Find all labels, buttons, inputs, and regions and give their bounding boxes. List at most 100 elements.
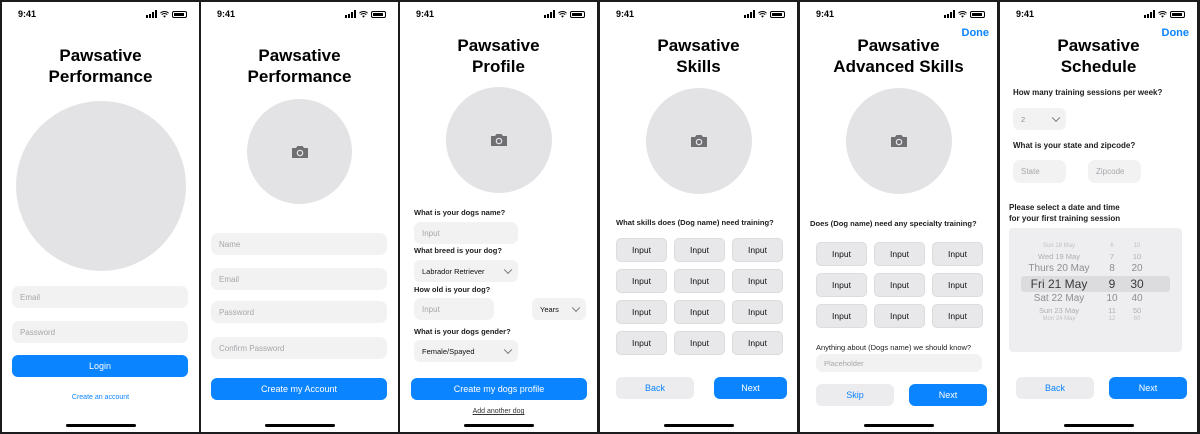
gender-select[interactable]: Female/Spayed bbox=[414, 340, 518, 362]
picker-minute: 10 bbox=[1133, 243, 1141, 249]
next-button[interactable]: Next bbox=[1109, 377, 1187, 399]
skill-input[interactable]: Input bbox=[616, 238, 667, 262]
back-button[interactable]: Back bbox=[1016, 377, 1094, 399]
specialty-input[interactable]: Input bbox=[816, 273, 867, 297]
specialty-input[interactable]: Input bbox=[816, 304, 867, 328]
skill-input[interactable]: Input bbox=[732, 238, 783, 262]
home-indicator bbox=[463, 424, 534, 427]
breed-value: Labrador Retriever bbox=[422, 266, 485, 276]
zipcode-field[interactable]: Zipcode bbox=[1088, 160, 1141, 183]
picker-minute: 30 bbox=[1130, 277, 1144, 291]
status-time: 9:41 bbox=[416, 9, 435, 19]
chevron-down-icon bbox=[1051, 113, 1061, 123]
create-account-button[interactable]: Create my Account bbox=[211, 378, 387, 400]
home-indicator bbox=[863, 424, 934, 427]
date-question-line: Please select a date and time bbox=[1009, 203, 1120, 212]
chevron-down-icon bbox=[503, 265, 513, 275]
age-question: How old is your dog? bbox=[414, 285, 491, 294]
next-button[interactable]: Next bbox=[714, 377, 787, 399]
state-field[interactable]: State bbox=[1013, 160, 1066, 183]
age-field[interactable]: Input bbox=[414, 298, 494, 320]
password-field[interactable]: Password bbox=[12, 321, 188, 343]
skill-input[interactable]: Input bbox=[616, 269, 667, 293]
picker-hour: 11 bbox=[1108, 306, 1116, 315]
create-dog-profile-button[interactable]: Create my dogs profile bbox=[411, 378, 587, 400]
date-time-picker[interactable]: Sun 18 May 6 10 Wed 19 May 7 10 Thurs 20… bbox=[1009, 228, 1182, 352]
email-field[interactable]: Email bbox=[12, 286, 188, 308]
battery-icon bbox=[970, 10, 985, 18]
skill-input[interactable]: Input bbox=[732, 300, 783, 324]
wifi-icon bbox=[160, 10, 169, 18]
skill-input[interactable]: Input bbox=[674, 300, 725, 324]
chevron-down-icon bbox=[503, 345, 513, 355]
anything-field[interactable]: Placeholder bbox=[816, 354, 982, 372]
status-bar: 9:41 bbox=[2, 8, 199, 22]
status-icons bbox=[1144, 10, 1185, 18]
page-title: Pawsative Schedule bbox=[1000, 35, 1197, 77]
picker-date: Fri 21 May bbox=[1030, 277, 1088, 291]
mockup-strip: 9:41 Pawsative Performance Email Passwor… bbox=[0, 0, 1200, 434]
sessions-select[interactable]: 2 bbox=[1013, 108, 1066, 130]
back-button[interactable]: Back bbox=[616, 377, 694, 399]
specialty-input[interactable]: Input bbox=[932, 242, 983, 266]
photo-upload[interactable] bbox=[846, 88, 952, 194]
age-unit-value: Years bbox=[540, 304, 559, 314]
photo-upload[interactable] bbox=[247, 99, 352, 204]
chevron-down-icon bbox=[571, 303, 581, 313]
picker-row-selected[interactable]: Fri 21 May 9 30 bbox=[1009, 277, 1182, 291]
password-field[interactable]: Password bbox=[211, 301, 387, 323]
picker-minute: 10 bbox=[1132, 252, 1142, 261]
skill-input[interactable]: Input bbox=[616, 331, 667, 355]
wifi-icon bbox=[359, 10, 368, 18]
page-title: Pawsative Skills bbox=[600, 35, 797, 77]
skip-button[interactable]: Skip bbox=[816, 384, 894, 406]
specialty-input[interactable]: Input bbox=[874, 273, 925, 297]
skill-input[interactable]: Input bbox=[732, 269, 783, 293]
title-line: Profile bbox=[472, 57, 525, 76]
picker-row[interactable]: Thurs 20 May 8 20 bbox=[1009, 263, 1182, 275]
signal-icon bbox=[544, 10, 555, 18]
specialty-input[interactable]: Input bbox=[932, 304, 983, 328]
name-field[interactable]: Name bbox=[211, 233, 387, 255]
specialty-input[interactable]: Input bbox=[874, 304, 925, 328]
picker-date: Sun 18 May bbox=[1042, 243, 1076, 249]
status-bar: 9:41 bbox=[800, 8, 997, 22]
status-time: 9:41 bbox=[616, 9, 635, 19]
picker-minute: 60 bbox=[1133, 316, 1141, 322]
title-line: Schedule bbox=[1060, 57, 1137, 76]
title-line: Pawsative bbox=[857, 36, 940, 55]
skill-input[interactable]: Input bbox=[674, 269, 725, 293]
age-unit-select[interactable]: Years bbox=[532, 298, 586, 320]
specialty-input[interactable]: Input bbox=[874, 242, 925, 266]
photo-upload[interactable] bbox=[646, 88, 752, 194]
picker-row[interactable]: Mon 24 May 12 60 bbox=[1009, 316, 1182, 328]
dog-name-field[interactable]: Input bbox=[414, 222, 518, 244]
status-time: 9:41 bbox=[217, 9, 236, 19]
photo-upload[interactable] bbox=[446, 87, 552, 193]
confirm-password-field[interactable]: Confirm Password bbox=[211, 337, 387, 359]
add-another-dog-link[interactable]: Add another dog bbox=[400, 408, 597, 415]
skills-question: What skills does (Dog name) need trainin… bbox=[616, 218, 774, 227]
home-indicator bbox=[264, 424, 335, 427]
camera-icon bbox=[691, 135, 707, 147]
title-line: Pawsative bbox=[657, 36, 740, 55]
signal-icon bbox=[1144, 10, 1155, 18]
gender-question: What is your dogs gender? bbox=[414, 327, 511, 336]
email-field[interactable]: Email bbox=[211, 268, 387, 290]
next-button[interactable]: Next bbox=[909, 384, 987, 406]
sessions-value: 2 bbox=[1021, 114, 1026, 124]
title-line: Skills bbox=[676, 57, 721, 76]
skill-input[interactable]: Input bbox=[674, 238, 725, 262]
specialty-input[interactable]: Input bbox=[816, 242, 867, 266]
login-button[interactable]: Login bbox=[12, 355, 188, 377]
location-question: What is your state and zipcode? bbox=[1013, 141, 1136, 150]
breed-select[interactable]: Labrador Retriever bbox=[414, 260, 518, 282]
specialty-input[interactable]: Input bbox=[932, 273, 983, 297]
status-icons bbox=[544, 10, 585, 18]
picker-minute: 40 bbox=[1131, 293, 1143, 304]
skill-input[interactable]: Input bbox=[732, 331, 783, 355]
skill-input[interactable]: Input bbox=[616, 300, 667, 324]
create-account-link[interactable]: Create an account bbox=[2, 394, 199, 401]
picker-row[interactable]: Sat 22 May 10 40 bbox=[1009, 293, 1182, 305]
skill-input[interactable]: Input bbox=[674, 331, 725, 355]
